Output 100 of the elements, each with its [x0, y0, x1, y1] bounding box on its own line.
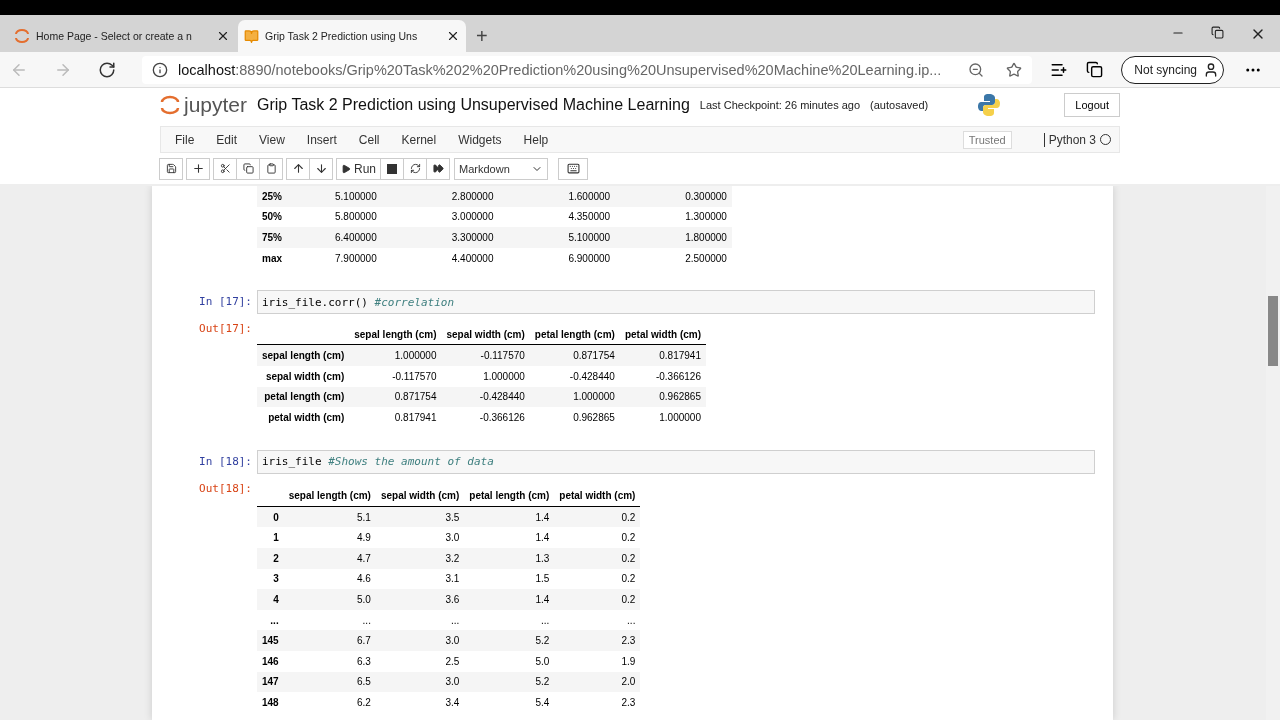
column-header: sepal length (cm) [349, 324, 442, 345]
menu-item[interactable]: Widgets [450, 132, 516, 147]
logout-button[interactable]: Logout [1064, 92, 1120, 117]
table-cell: 1.3 [464, 547, 555, 569]
zoom-out-icon[interactable] [968, 61, 985, 78]
table-cell: 5.1 [283, 506, 376, 528]
table-cell: 1.600000 [498, 186, 616, 207]
move-up-button[interactable] [286, 157, 310, 180]
table-cell: -0.366126 [619, 365, 706, 387]
collections-icon[interactable] [1086, 61, 1104, 78]
add-cell-button[interactable] [186, 157, 210, 180]
table-cell: 2.0 [554, 671, 641, 693]
browser-tab[interactable]: Grip Task 2 Prediction using Uns [238, 20, 466, 52]
table-cell: -0.117570 [349, 365, 442, 387]
table-cell: 5.2 [464, 671, 555, 693]
star-icon[interactable] [1006, 61, 1023, 78]
kernel-name: Python 3 [1043, 132, 1096, 147]
menu-item[interactable]: Edit [208, 132, 252, 147]
play-icon [341, 163, 351, 174]
column-header: sepal width (cm) [441, 324, 530, 345]
keyboard-icon [566, 162, 580, 175]
table-cell: 1.000000 [349, 344, 442, 366]
menu-item[interactable]: Help [515, 132, 563, 147]
table-cell: 3.2 [375, 547, 465, 569]
table-cell: 6.5 [283, 671, 376, 693]
notebook-icon [244, 28, 259, 44]
row-index: 0 [257, 506, 284, 528]
table-cell: 0.2 [554, 547, 641, 569]
table-cell: 2.800000 [381, 186, 499, 207]
table-cell: 5.100000 [287, 186, 382, 207]
ring-logo-icon [14, 28, 30, 44]
table-cell: 4.350000 [498, 206, 616, 228]
copy-button[interactable] [236, 157, 260, 180]
run-button[interactable]: Run [336, 157, 381, 180]
table-cell: 3.5 [375, 506, 465, 528]
row-index: sepal length (cm) [257, 344, 350, 366]
table-cell: 1.4 [464, 589, 555, 610]
row-index: ... [257, 609, 284, 631]
close-icon[interactable] [446, 29, 460, 43]
menu-item[interactable]: View [251, 132, 299, 147]
browser-tab[interactable]: Home Page - Select or create a n [8, 20, 236, 52]
table-cell: -0.428440 [529, 365, 620, 387]
menu-item[interactable]: Kernel [393, 132, 451, 147]
cut-button[interactable] [213, 157, 237, 180]
copy-icon [242, 163, 254, 174]
table-cell: 1.4 [464, 527, 555, 548]
table-cell: 4.400000 [381, 247, 499, 269]
scrollbar-thumb[interactable] [1268, 296, 1278, 366]
table-cell: 6.900000 [498, 247, 616, 269]
table-cell: 0.2 [554, 568, 641, 590]
restart-button[interactable] [403, 157, 427, 180]
arrow-up-icon [291, 162, 305, 175]
table-cell: 6.3 [283, 650, 376, 672]
table-cell: 0.871754 [349, 386, 442, 408]
paste-button[interactable] [259, 157, 283, 180]
row-index: max [257, 247, 287, 269]
python-logo-icon [977, 92, 1002, 117]
reload-icon[interactable] [98, 60, 116, 79]
column-header: petal width (cm) [619, 324, 706, 345]
table-cell: 7.900000 [287, 247, 382, 269]
table-cell: 0.2 [554, 589, 641, 610]
stop-button[interactable] [380, 157, 404, 180]
keyboard-button[interactable] [558, 157, 588, 180]
address-field[interactable]: localhost:8890/notebooks/Grip%20Task%202%20Prediction%20using%20Unsupervised%20Machine%20Learning.ip... [142, 55, 1033, 84]
save-button[interactable] [159, 157, 183, 180]
table-cell: 0.962865 [529, 407, 620, 428]
column-header: petal width (cm) [554, 485, 641, 507]
table-cell: 1.000000 [441, 365, 530, 387]
tab-title: Home Page - Select or create a n [36, 30, 193, 42]
table-cell: 0.2 [554, 506, 641, 528]
info-icon [152, 61, 168, 78]
new-tab-button[interactable]: + [468, 20, 496, 52]
restore-icon[interactable] [1211, 25, 1224, 39]
row-index: 75% [257, 227, 287, 248]
column-header: petal length (cm) [529, 324, 620, 345]
row-index: petal width (cm) [257, 407, 350, 428]
cell-type-select[interactable]: Markdown [454, 157, 548, 180]
move-down-button[interactable] [309, 157, 333, 180]
close-icon[interactable] [216, 29, 230, 43]
code-cell[interactable]: iris_file #Shows the amount of data [257, 449, 1095, 474]
table-cell: 0.817941 [349, 407, 442, 428]
output-prompt: Out[18]: [198, 480, 253, 497]
checkpoint-text: Last Checkpoint: 26 minutes ago [699, 98, 861, 111]
jupyter-logo: jupyter [184, 92, 248, 117]
code-cell[interactable]: iris_file.corr() #correlation [257, 290, 1095, 315]
sync-button[interactable]: Not syncing [1121, 55, 1224, 84]
table-cell: ... [554, 609, 641, 631]
fast-forward-button[interactable] [426, 157, 450, 180]
row-index: 4 [257, 589, 284, 610]
trusted-badge[interactable]: Trusted [962, 130, 1012, 149]
restart-icon [409, 163, 421, 174]
table-cell: 2.3 [554, 692, 641, 713]
autosave-text: (autosaved) [870, 98, 929, 111]
table-cell: 0.962865 [619, 386, 706, 408]
table-cell: 5.100000 [498, 227, 616, 248]
menu-item[interactable]: File [167, 132, 209, 147]
menu-item[interactable]: Cell [350, 132, 394, 147]
notebook-title[interactable]: Grip Task 2 Prediction using Unsupervised Machine Learning [257, 95, 690, 114]
table-cell: 5.0 [283, 589, 376, 610]
menu-item[interactable]: Insert [298, 132, 351, 147]
